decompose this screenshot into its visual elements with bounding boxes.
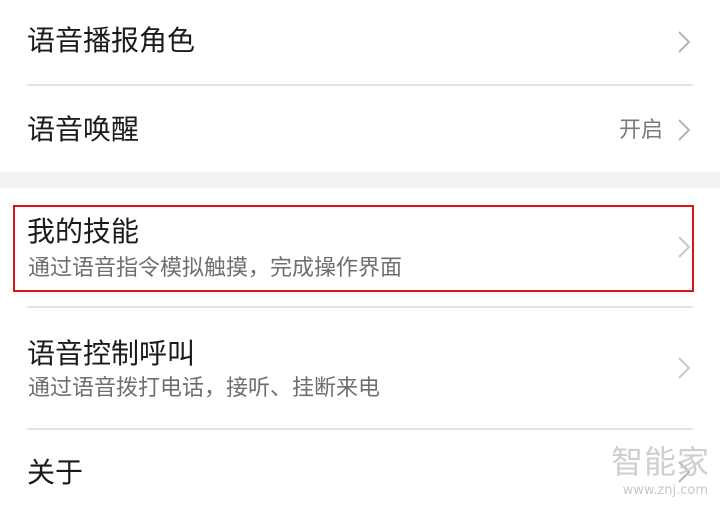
section-gap	[0, 172, 720, 188]
highlight-box	[13, 205, 694, 292]
watermark-text: 智能家	[610, 443, 710, 481]
settings-page: 语音播报角色 语音唤醒 开启 我的技能 通过语音指令模拟触摸，完成操作界面 语音…	[0, 0, 720, 511]
watermark-url: www.znj.com	[622, 483, 708, 498]
item-title: 语音播报角色	[27, 24, 196, 57]
item-title: 语音控制呼叫	[27, 337, 196, 370]
settings-item-voice-call[interactable]: 语音控制呼叫 通过语音拨打电话，接听、挂断来电	[0, 308, 720, 428]
item-title: 关于	[27, 456, 84, 489]
item-value: 开启	[618, 118, 663, 143]
item-title: 语音唤醒	[27, 113, 140, 146]
settings-item-voice-role[interactable]: 语音播报角色	[0, 0, 720, 84]
item-subtitle: 通过语音拨打电话，接听、挂断来电	[28, 376, 381, 401]
chevron-right-icon	[676, 30, 692, 54]
settings-item-voice-wakeup[interactable]: 语音唤醒 开启	[0, 86, 720, 172]
watermark-logo: 智能家 www.znj.com	[610, 446, 710, 502]
chevron-right-icon	[676, 356, 692, 380]
chevron-right-icon	[676, 118, 692, 142]
